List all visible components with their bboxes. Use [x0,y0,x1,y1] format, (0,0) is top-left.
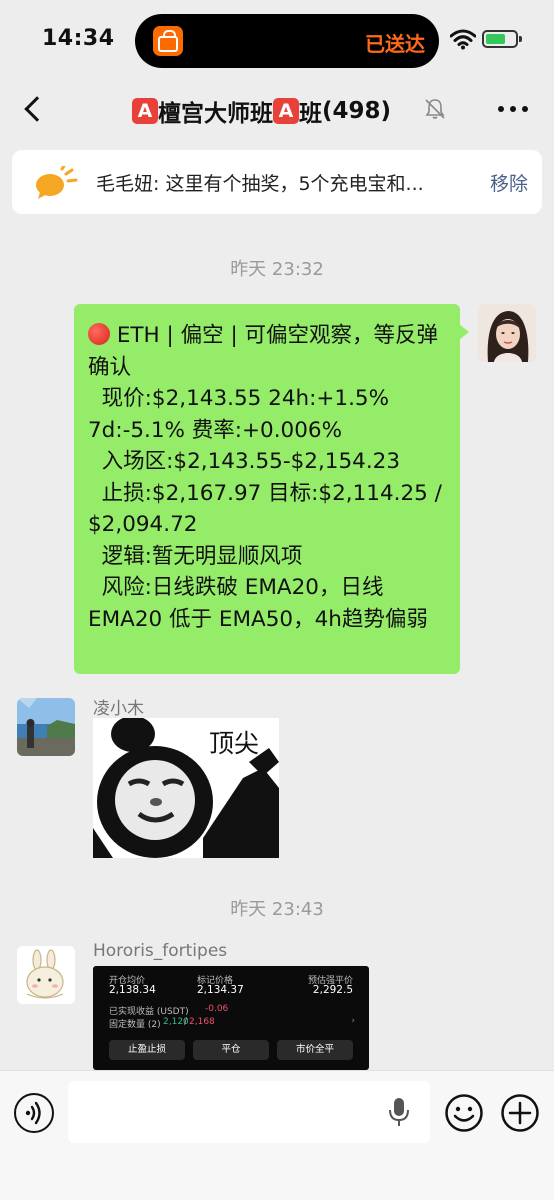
speech-bubble-icon [36,166,78,199]
remove-pinned-button[interactable]: 移除 [490,169,528,196]
mute-bell-icon [425,99,445,119]
chat-header: A 檀宫大师班 A 班 (498) [0,82,554,138]
message-timestamp: 昨天 23:43 [230,899,324,920]
message-timestamp: 昨天 23:32 [230,259,324,280]
delivery-status: 已送达 [365,32,425,56]
back-button[interactable] [18,92,50,128]
message-input[interactable] [68,1081,430,1143]
more-options-button[interactable] [498,106,528,114]
panda-sticker-image[interactable]: 顶尖 [93,718,279,858]
message-text: ETH | 偏空 | 可偏空观察，等反弹确认 现价:$2,143.55 24h:… [88,323,442,632]
sender-name: Hororis_fortipes [93,941,228,961]
my-avatar[interactable] [478,304,536,362]
sound-wave-icon [25,1101,41,1125]
close-position-button[interactable]: 平仓 [193,1040,269,1060]
realized-pnl-label: 已实现收益 (USDT) [109,1007,189,1017]
tp-sl-button[interactable]: 止盈止损 [109,1040,185,1060]
my-message-bubble[interactable]: ETH | 偏空 | 可偏空观察，等反弹确认 现价:$2,143.55 24h:… [74,304,469,674]
group-name: 檀宫大师班 [158,101,273,127]
chevron-left-icon [24,96,50,122]
chat-title: A 檀宫大师班 A 班 (498) [132,94,391,128]
status-bar: 14:34 已送达 [0,0,554,82]
sticker-caption: 顶尖 [209,729,260,758]
pinned-text: 毛毛妞: 这里有个抽奖，5个充电宝和... [96,173,424,195]
shopping-bag-icon [153,26,183,56]
realized-pnl-value: -0.06 [205,1004,229,1014]
microphone-icon[interactable] [386,1097,412,1127]
plus-icon[interactable] [500,1093,540,1133]
fixed-qty-label: 固定数量 (2) [109,1020,161,1030]
red-circle-icon [88,323,110,345]
open-price-value: 2,138.34 [109,984,156,996]
market-close-all-button[interactable]: 市价全平 [277,1040,353,1060]
message-input-bar [0,1070,554,1200]
sender-avatar[interactable] [17,946,75,1004]
dynamic-island[interactable]: 已送达 [135,14,439,68]
sender-name: 凌小木 [93,699,144,719]
emoji-icon[interactable] [444,1093,484,1133]
pinned-notice[interactable]: 毛毛妞: 这里有个抽奖，5个充电宝和... 移除 [12,150,542,214]
mark-price-value: 2,134.37 [197,984,244,996]
sender-avatar[interactable] [17,698,75,756]
fixed-qty-b: 2,168 [189,1017,215,1027]
member-count: (498) [322,98,392,124]
fixed-qty-separator: / [184,1017,188,1027]
chevron-right-icon: › [351,1016,355,1026]
battery-icon [482,30,522,48]
liq-price-value: 2,292.5 [312,984,353,996]
group-name-suffix: 班 [299,101,322,127]
voice-input-button[interactable] [14,1093,54,1133]
a-badge-icon: A [273,98,299,124]
status-time: 14:34 [42,26,115,51]
trade-position-image[interactable]: 开仓均价 2,138.34 标记价格 2,134.37 预估强平价 2,292.… [93,966,369,1070]
a-badge-icon: A [132,98,158,124]
wifi-icon [450,29,476,50]
